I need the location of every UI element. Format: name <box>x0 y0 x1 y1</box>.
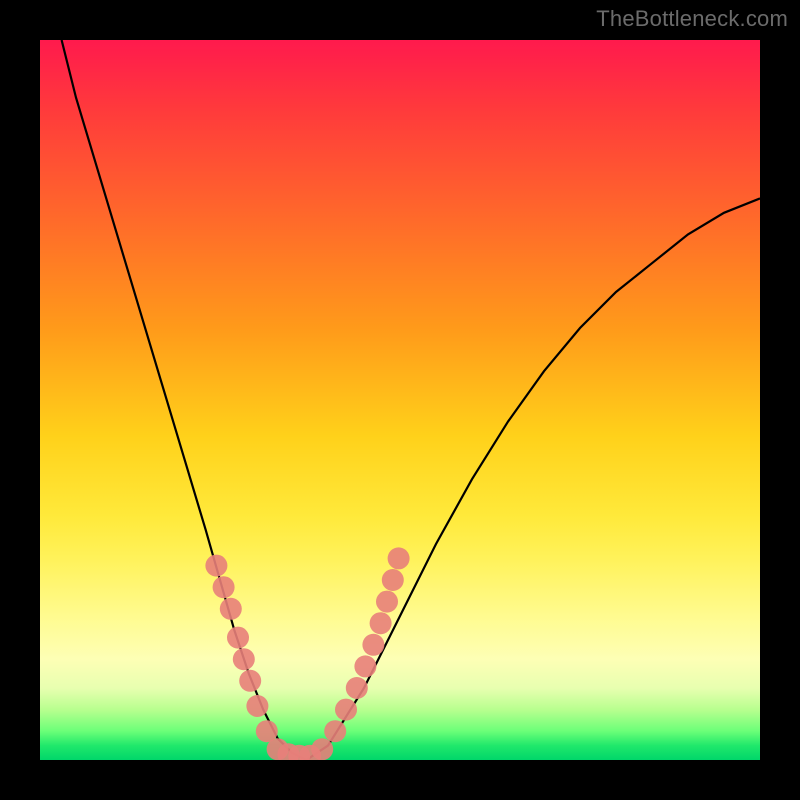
data-point <box>233 648 255 670</box>
watermark-text: TheBottleneck.com <box>596 6 788 32</box>
data-point <box>382 569 404 591</box>
chart-frame: TheBottleneck.com <box>0 0 800 800</box>
data-point <box>246 695 268 717</box>
chart-svg <box>40 40 760 760</box>
data-point <box>376 591 398 613</box>
data-point <box>324 720 346 742</box>
dot-cluster <box>205 547 409 760</box>
data-point <box>335 699 357 721</box>
data-point <box>220 598 242 620</box>
data-point <box>346 677 368 699</box>
data-point <box>239 670 261 692</box>
data-point <box>205 555 227 577</box>
data-point <box>354 655 376 677</box>
data-point <box>227 627 249 649</box>
bottleneck-curve <box>62 40 760 760</box>
curve-layer <box>62 40 760 760</box>
data-point <box>370 612 392 634</box>
data-point <box>213 576 235 598</box>
data-point <box>362 634 384 656</box>
data-point <box>388 547 410 569</box>
plot-area <box>40 40 760 760</box>
data-point <box>311 738 333 760</box>
